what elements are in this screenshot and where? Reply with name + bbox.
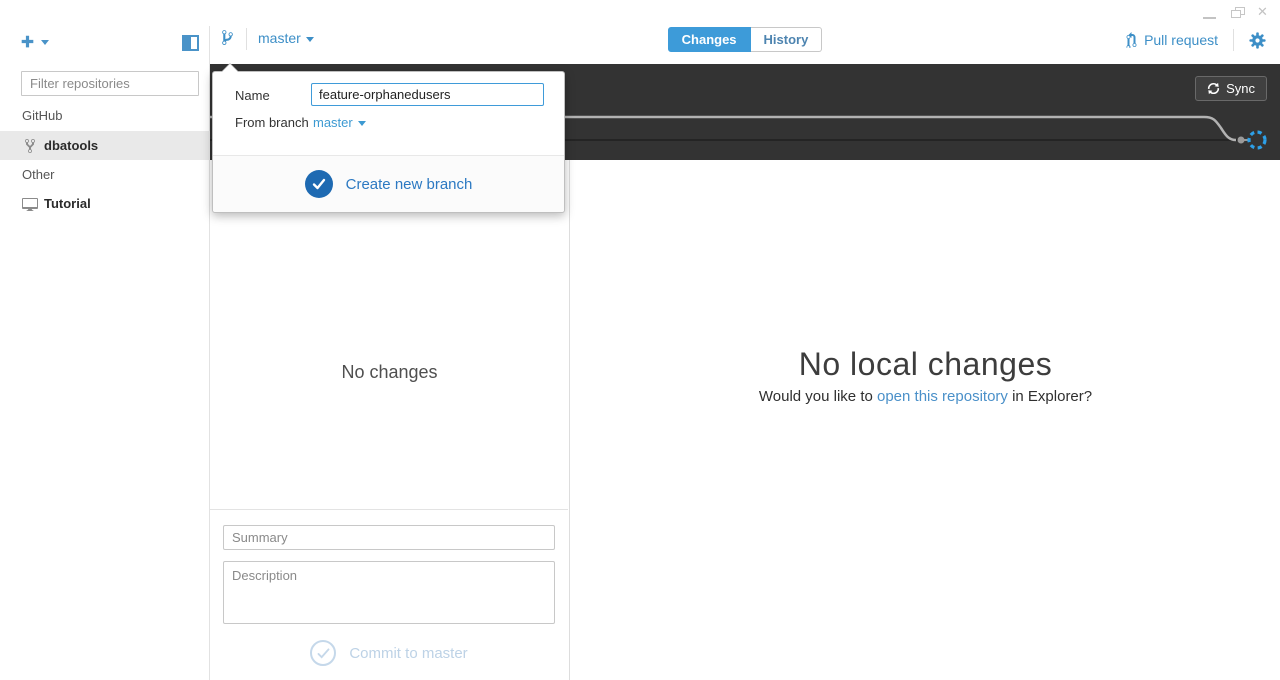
popover-arrow [222,64,238,72]
no-local-changes-title: No local changes [798,346,1053,382]
repo-label: dbatools [44,138,99,153]
repo-forked-icon [21,138,39,154]
popover-footer: Create new branch [213,155,564,212]
sidebar-toggle-icon [182,35,199,51]
filter-repositories-input[interactable] [21,71,199,96]
new-branch-marker-icon [1247,130,1267,150]
check-circle-icon [310,640,337,666]
sidebar-item-tutorial[interactable]: Tutorial [0,189,210,218]
tab-changes[interactable]: Changes [667,27,751,52]
open-repository-link[interactable]: open this repository [877,388,1008,405]
sync-button[interactable]: Sync [1195,76,1267,101]
chevron-down-icon [41,40,49,45]
sidebar-item-dbatools[interactable]: dbatools [0,131,210,160]
plus-icon [21,35,34,48]
settings-gear-button[interactable] [1249,31,1266,49]
create-branch-popover: Name From branch master Create new branc… [212,63,565,213]
commit-to-master-button[interactable]: Commit to master [223,640,555,666]
pull-request-button[interactable]: Pull request [1144,32,1218,48]
chevron-down-icon [357,121,366,126]
window-restore-button[interactable] [1224,0,1252,26]
toolbar-divider [1233,29,1234,51]
gear-icon [1249,31,1266,49]
create-new-branch-button[interactable]: Create new branch [304,170,473,198]
commit-button-label: Commit to master [349,644,468,662]
minimize-icon [1203,17,1216,19]
no-local-changes-subtitle: Would you like to open this repository i… [571,388,1280,405]
commit-description-input[interactable] [223,561,555,624]
branch-name-label: Name [235,88,270,103]
sidebar-toggle-button[interactable] [182,35,199,56]
subtitle-text: Would you like to [758,388,877,405]
commit-dot [1237,136,1245,144]
no-changes-message: No changes [341,362,438,382]
window-close-button[interactable]: ✕ [1250,0,1278,26]
check-circle-icon [304,170,333,198]
sync-icon [1207,82,1220,95]
branch-name-input[interactable] [311,83,544,106]
monitor-icon [21,196,39,212]
tab-history[interactable]: History [750,27,823,52]
main-content-panel: No local changes Would you like to open … [571,160,1280,680]
add-repository-button[interactable] [20,34,49,49]
commit-form: Commit to master [210,509,568,680]
from-branch-dropdown[interactable]: master [313,115,366,130]
close-icon: ✕ [1257,4,1268,19]
commit-summary-input[interactable] [223,525,555,550]
repository-sidebar: GitHub dbatools Other Tutorial [0,0,210,680]
from-branch-label: From branch [235,115,309,130]
sidebar-group-other: Other [22,167,55,182]
sidebar-group-github: GitHub [22,108,63,123]
window-minimize-button[interactable] [1196,0,1224,26]
sync-button-label: Sync [1226,81,1255,96]
create-branch-label: Create new branch [345,175,473,193]
subtitle-text: in Explorer? [1007,388,1093,405]
repo-label: Tutorial [44,196,91,211]
restore-icon [1231,10,1241,18]
changes-panel: No changes Commit to master [210,160,570,680]
window-titlebar: ✕ [0,0,1280,26]
toolbar-right-cluster: Pull request [1124,29,1266,51]
changes-history-tabs: Changes History [210,27,1280,52]
from-branch-value: master [313,115,353,130]
pull-request-icon [1126,32,1137,48]
